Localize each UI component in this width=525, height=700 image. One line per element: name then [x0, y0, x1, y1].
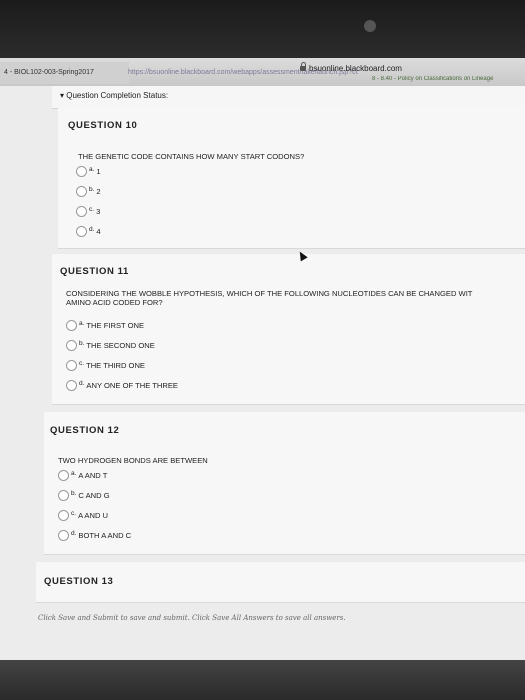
question-title: QUESTION 10	[68, 120, 138, 131]
radio-button[interactable]	[76, 226, 87, 237]
question-11: QUESTION 11 CONSIDERING THE WOBBLE HYPOT…	[52, 254, 525, 405]
answer-option-a[interactable]: a. THE FIRST ONE	[66, 320, 144, 331]
radio-button[interactable]	[76, 166, 87, 177]
save-instructions: Click Save and Submit to save and submit…	[38, 614, 346, 622]
radio-button[interactable]	[76, 206, 87, 217]
answer-option-c[interactable]: c. A AND U	[58, 510, 108, 521]
completion-status-bar[interactable]: ▾ Question Completion Status:	[52, 86, 525, 109]
address-bar[interactable]: bsuonline.blackboard.com	[300, 62, 402, 73]
answer-option-b[interactable]: b. C AND G	[58, 490, 110, 501]
question-text: TWO HYDROGEN BONDS ARE BETWEEN	[58, 456, 208, 465]
radio-button[interactable]	[66, 360, 77, 371]
address-domain: bsuonline.blackboard.com	[309, 64, 402, 73]
question-title: QUESTION 11	[60, 266, 129, 277]
radio-button[interactable]	[66, 340, 77, 351]
answer-option-d[interactable]: d. BOTH A AND C	[58, 530, 131, 541]
radio-button[interactable]	[58, 490, 69, 501]
question-text: THE GENETIC CODE CONTAINS HOW MANY START…	[78, 152, 305, 161]
question-10: QUESTION 10 THE GENETIC CODE CONTAINS HO…	[58, 108, 525, 249]
answer-option-b[interactable]: b. 2	[76, 186, 101, 197]
browser-toolbar: 4 - BIOL102-003-Spring2017 https://bsuon…	[0, 58, 525, 87]
answer-option-a[interactable]: a. A AND T	[58, 470, 107, 481]
answer-option-d[interactable]: d. 4	[76, 226, 101, 237]
answer-option-b[interactable]: b. THE SECOND ONE	[66, 340, 155, 351]
question-title: QUESTION 12	[50, 425, 120, 436]
question-13: QUESTION 13	[36, 562, 525, 603]
lock-icon	[300, 62, 306, 72]
question-text: CONSIDERING THE WOBBLE HYPOTHESIS, WHICH…	[66, 289, 473, 298]
test-page: ▾ Question Completion Status: QUESTION 1…	[0, 86, 525, 660]
question-title: QUESTION 13	[44, 576, 114, 587]
browser-tab[interactable]: 4 - BIOL102-003-Spring2017	[0, 62, 129, 84]
radio-button[interactable]	[76, 186, 87, 197]
answer-option-c[interactable]: c. THE THIRD ONE	[66, 360, 145, 371]
screen-bezel	[0, 0, 525, 58]
radio-button[interactable]	[66, 380, 77, 391]
answer-option-c[interactable]: c. 3	[76, 206, 100, 217]
bookmark-item[interactable]: 8 - 8.40 - Policy on Classifications on …	[372, 76, 522, 82]
completion-status-label: ▾ Question Completion Status:	[60, 91, 169, 100]
question-text-continued: AMINO ACID CODED FOR?	[66, 298, 163, 307]
answer-option-a[interactable]: a. 1	[76, 166, 101, 177]
radio-button[interactable]	[58, 470, 69, 481]
radio-button[interactable]	[58, 530, 69, 541]
screen-bottom-bezel	[0, 660, 525, 700]
answer-option-d[interactable]: d. ANY ONE OF THE THREE	[66, 380, 178, 391]
radio-button[interactable]	[58, 510, 69, 521]
question-12: QUESTION 12 TWO HYDROGEN BONDS ARE BETWE…	[44, 412, 525, 555]
webcam-icon	[364, 20, 376, 32]
radio-button[interactable]	[66, 320, 77, 331]
